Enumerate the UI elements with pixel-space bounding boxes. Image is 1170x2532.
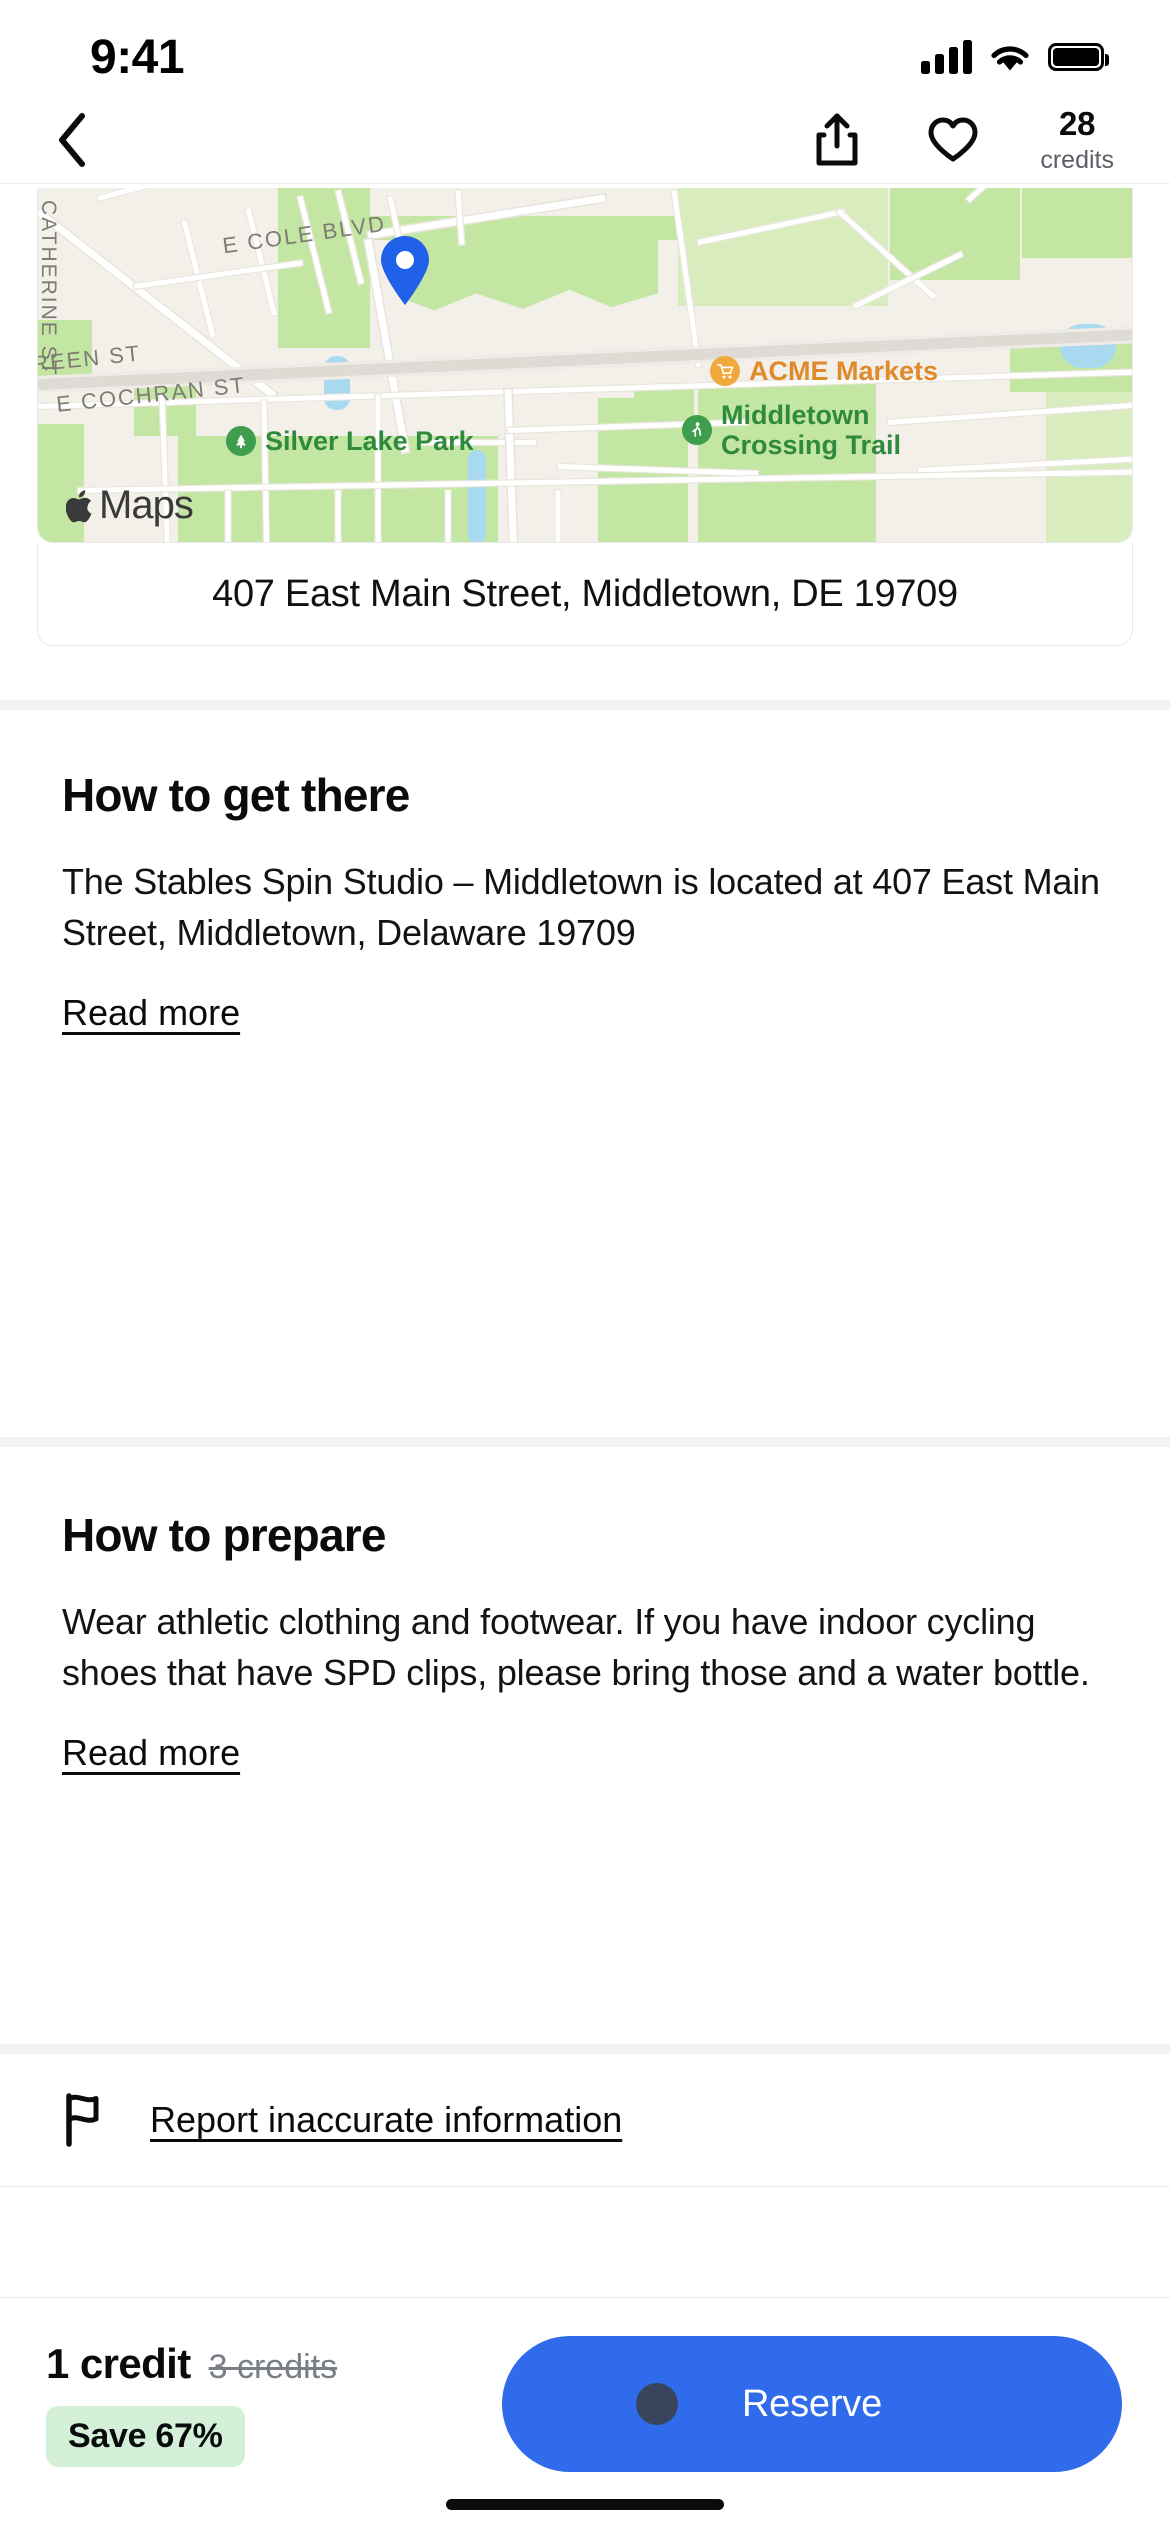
map-pin-icon: [378, 236, 432, 306]
cursor-pointer-indicator: [636, 2383, 678, 2425]
price-summary: 1 credit 3 credits Save 67%: [46, 2334, 337, 2467]
price-current: 1 credit: [46, 2340, 191, 2387]
section-divider: [0, 1437, 1170, 1447]
wifi-icon: [988, 40, 1032, 74]
section-hairline: [0, 2186, 1170, 2187]
navigation-header: 28 credits: [0, 96, 1170, 184]
price-original: 3 credits: [208, 2348, 338, 2386]
read-more-link-prepare[interactable]: Read more: [62, 1732, 240, 1774]
map-green-area: [678, 188, 888, 306]
flag-icon: [66, 2093, 99, 2147]
map-poi-middletown-crossing-trail[interactable]: Middletown Crossing Trail: [682, 400, 901, 460]
map-card[interactable]: CATHERINE ST E COLE BLVD REEN ST E COCHR…: [37, 188, 1133, 543]
map-poi-acme-markets[interactable]: ACME Markets: [710, 356, 939, 387]
header-actions: 28 credits: [808, 107, 1130, 173]
status-bar-indicators: [921, 40, 1114, 74]
price-line: 1 credit 3 credits: [46, 2340, 337, 2388]
section-divider: [0, 700, 1170, 710]
share-button[interactable]: [808, 109, 866, 171]
signal-bars-icon: [921, 40, 972, 74]
battery-full-icon: [1048, 43, 1109, 71]
app-screen: 9:41 28 credits CATHERINE ST E COLE BLVD…: [0, 0, 1170, 2532]
map-green-area: [1022, 188, 1132, 258]
home-indicator: [446, 2499, 724, 2510]
apple-maps-logo: Maps: [66, 483, 194, 528]
park-icon: [226, 426, 256, 457]
map-road: [245, 207, 278, 316]
map-road: [375, 394, 381, 542]
apple-logo-icon: [66, 489, 92, 522]
map-poi-silver-lake-park[interactable]: Silver Lake Park: [226, 426, 474, 457]
walking-icon: [682, 415, 712, 446]
map-poi-label-line1: Middletown: [721, 400, 870, 430]
credits-indicator[interactable]: 28 credits: [1040, 107, 1114, 173]
section-how-to-prepare: How to prepare Wear athletic clothing an…: [0, 1508, 1170, 1774]
map-water: [468, 450, 486, 542]
back-button[interactable]: [40, 108, 104, 172]
address-bar[interactable]: 407 East Main Street, Middletown, DE 197…: [37, 543, 1133, 646]
map-poi-label-line2: Crossing Trail: [721, 430, 902, 461]
read-more-link-get-there[interactable]: Read more: [62, 992, 240, 1034]
maps-label: Maps: [99, 483, 194, 527]
map-road: [504, 389, 518, 542]
reserve-button-label: Reserve: [741, 2382, 883, 2425]
section-how-to-get-there: How to get there The Stables Spin Studio…: [0, 768, 1170, 1034]
map-green-area: [398, 240, 658, 311]
map-green-area: [890, 188, 1020, 280]
section-body: The Stables Spin Studio – Middletown is …: [62, 861, 1100, 954]
address-text: 407 East Main Street, Middletown, DE 197…: [212, 572, 958, 615]
map-road: [335, 490, 341, 542]
save-badge: Save 67%: [46, 2406, 245, 2467]
shopping-cart-icon: [710, 356, 740, 387]
map-poi-label: ACME Markets: [749, 356, 939, 386]
map-road: [225, 490, 231, 542]
map-poi-label: Middletown Crossing Trail: [721, 400, 901, 460]
status-bar: 9:41: [0, 0, 1170, 96]
section-title: How to prepare: [62, 1509, 386, 1561]
reserve-button[interactable]: Reserve: [502, 2336, 1122, 2472]
section-body: Wear athletic clothing and footwear. If …: [62, 1601, 1090, 1694]
map-canvas: CATHERINE ST E COLE BLVD REEN ST E COCHR…: [38, 188, 1132, 542]
section-divider: [0, 2044, 1170, 2054]
credits-count: 28: [1059, 104, 1096, 142]
favorite-button[interactable]: [924, 109, 982, 171]
report-inaccurate-information-label: Report inaccurate information: [150, 2099, 623, 2140]
map-road: [445, 490, 451, 542]
section-title: How to get there: [62, 769, 410, 821]
credits-label: credits: [1040, 145, 1114, 174]
map-poi-label: Silver Lake Park: [265, 426, 474, 456]
status-bar-time: 9:41: [90, 30, 185, 84]
map-road: [555, 490, 561, 542]
report-inaccurate-information-row[interactable]: Report inaccurate information: [0, 2054, 1170, 2186]
bottom-action-bar: 1 credit 3 credits Save 67% Reserve: [0, 2297, 1170, 2532]
